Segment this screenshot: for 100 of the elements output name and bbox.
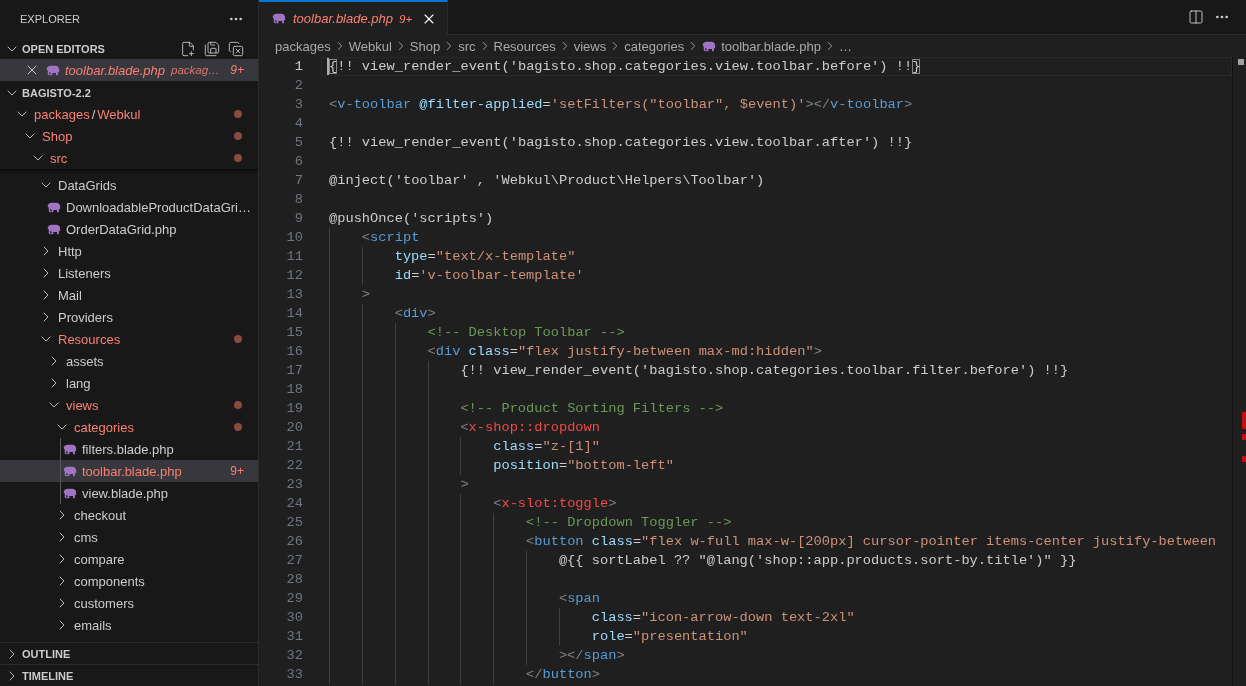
folder-item[interactable]: customers xyxy=(0,592,258,614)
breadcrumb-item[interactable]: … xyxy=(838,38,852,54)
code-line: > xyxy=(460,476,469,494)
breadcrumb-item[interactable]: categories xyxy=(624,38,685,54)
line-number: 2 xyxy=(293,77,303,95)
line-number: 24 xyxy=(285,495,303,513)
folder-item[interactable]: components xyxy=(0,570,258,592)
save-all-icon[interactable] xyxy=(204,40,220,57)
code-line: <script xyxy=(361,229,420,247)
line-number: 9 xyxy=(293,210,303,228)
elephant-icon xyxy=(63,465,77,477)
line-number: 21 xyxy=(285,438,303,456)
code-line: @pushOnce('scripts') xyxy=(329,210,494,228)
open-editor-item[interactable]: toolbar.blade.php packag… 9+ xyxy=(0,59,258,81)
problem-dot-icon xyxy=(234,110,242,118)
folder-item[interactable]: packages/Webkul xyxy=(0,103,258,125)
file-item[interactable]: filters.blade.php xyxy=(0,438,258,460)
line-number: 29 xyxy=(285,590,303,608)
elephant-icon xyxy=(47,223,61,235)
code-line: <v-toolbar @filter-applied='setFilters("toolbar", $event)'></v-toolbar> xyxy=(329,96,913,114)
line-number: 4 xyxy=(293,115,303,133)
problem-count: 9+ xyxy=(230,464,244,478)
problem-dot-icon xyxy=(234,423,242,431)
code-line: <x-slot:toggle> xyxy=(493,495,617,513)
folder-item[interactable]: Listeners xyxy=(0,262,258,284)
folder-item[interactable]: categories xyxy=(0,416,258,438)
line-number: 31 xyxy=(285,628,303,646)
error-mark xyxy=(1242,434,1246,440)
code-line: ></span> xyxy=(558,647,625,665)
breadcrumb-item[interactable]: src xyxy=(458,38,476,54)
folder-item[interactable]: checkout xyxy=(0,504,258,526)
breadcrumb-item[interactable]: Resources xyxy=(493,38,556,54)
editor-tab[interactable]: toolbar.blade.php 9+ xyxy=(259,0,449,35)
code-line: class="icon-arrow-down text-2xl" xyxy=(591,609,855,627)
line-number: 6 xyxy=(293,153,303,171)
new-file-icon[interactable] xyxy=(180,40,196,57)
line-number: 25 xyxy=(285,514,303,532)
code-line: type="text/x-template" xyxy=(394,248,576,266)
close-all-icon[interactable] xyxy=(228,40,244,57)
elephant-icon xyxy=(63,487,77,499)
breadcrumb-item[interactable]: packages xyxy=(275,38,331,54)
section-header[interactable]: TIMELINE xyxy=(0,665,244,686)
breadcrumb-item[interactable]: Webkul xyxy=(348,38,392,54)
breadcrumb-item[interactable]: toolbar.blade.php xyxy=(702,38,821,54)
code-line: {!! view_render_event('bagisto.shop.categories.view.toolbar.after') !!} xyxy=(329,134,913,152)
section-header[interactable]: OPEN EDITORS xyxy=(0,38,180,59)
folder-item[interactable]: lang xyxy=(0,372,258,394)
line-number: 7 xyxy=(293,172,303,190)
folder-item[interactable]: Providers xyxy=(0,306,258,328)
folder-item[interactable]: Http xyxy=(0,240,258,262)
line-number: 22 xyxy=(285,457,303,475)
sidebar-title: EXPLORER xyxy=(20,12,80,25)
problem-dot-icon xyxy=(234,401,242,409)
line-number: 28 xyxy=(285,571,303,589)
code-line: position="bottom-left" xyxy=(493,457,674,475)
problem-count: 9+ xyxy=(230,63,244,77)
problem-dot-icon xyxy=(234,154,242,162)
file-item[interactable]: OrderDataGrid.php xyxy=(0,218,258,240)
elephant-icon xyxy=(63,443,77,455)
elephant-icon xyxy=(272,13,286,24)
folder-item[interactable]: Mail xyxy=(0,284,258,306)
code-line: > xyxy=(361,286,371,304)
folder-item[interactable]: src xyxy=(0,147,258,169)
breadcrumb-item[interactable]: Shop xyxy=(409,38,441,54)
line-number: 15 xyxy=(285,324,303,342)
line-number: 10 xyxy=(285,229,303,247)
section-header[interactable]: OUTLINE xyxy=(0,643,244,664)
folder-item[interactable]: Shop xyxy=(0,125,258,147)
code-line: <span xyxy=(558,590,600,608)
folder-item[interactable]: views xyxy=(0,394,258,416)
elephant-icon xyxy=(47,201,61,213)
line-number: 3 xyxy=(293,96,303,114)
cursor-position-mark xyxy=(1238,59,1244,65)
line-number: 26 xyxy=(285,533,303,551)
line-number: 16 xyxy=(285,343,303,361)
code-line: <div> xyxy=(394,305,436,323)
code-line: class="z-[1]" xyxy=(493,438,600,456)
breadcrumb-item[interactable]: views xyxy=(573,38,607,54)
code-line: <!-- Product Sorting Filters --> xyxy=(460,400,724,418)
folder-item[interactable]: cms xyxy=(0,526,258,548)
section-header[interactable]: BAGISTO-2.2 xyxy=(0,82,244,103)
folder-item[interactable]: assets xyxy=(0,350,258,372)
folder-item[interactable]: DataGrids xyxy=(0,174,258,196)
line-number: 12 xyxy=(285,267,303,285)
error-mark xyxy=(1242,456,1246,462)
file-item[interactable]: view.blade.php xyxy=(0,482,258,504)
folder-item[interactable]: compare xyxy=(0,548,258,570)
folder-item[interactable]: emails xyxy=(0,614,258,636)
code-line: @{{ sortLabel ?? "@lang('shop::app.products.sort-by.title')" }} xyxy=(558,552,1077,570)
line-number: 13 xyxy=(285,286,303,304)
file-item[interactable]: toolbar.blade.php 9+ xyxy=(0,460,258,482)
line-number: 23 xyxy=(285,476,303,494)
file-item[interactable]: DownloadableProductDataGri… xyxy=(0,196,258,218)
line-number: 11 xyxy=(285,248,303,266)
line-number: 18 xyxy=(285,381,303,399)
split-editor-icon[interactable] xyxy=(1188,9,1204,25)
code-line: {!! view_render_event('bagisto.shop.categories.view.toolbar.before') !!} xyxy=(329,58,921,76)
folder-item[interactable]: Resources xyxy=(0,328,258,350)
code-line: id='v-toolbar-template' xyxy=(394,267,584,285)
code-line: <!-- Desktop Toolbar --> xyxy=(427,324,625,342)
